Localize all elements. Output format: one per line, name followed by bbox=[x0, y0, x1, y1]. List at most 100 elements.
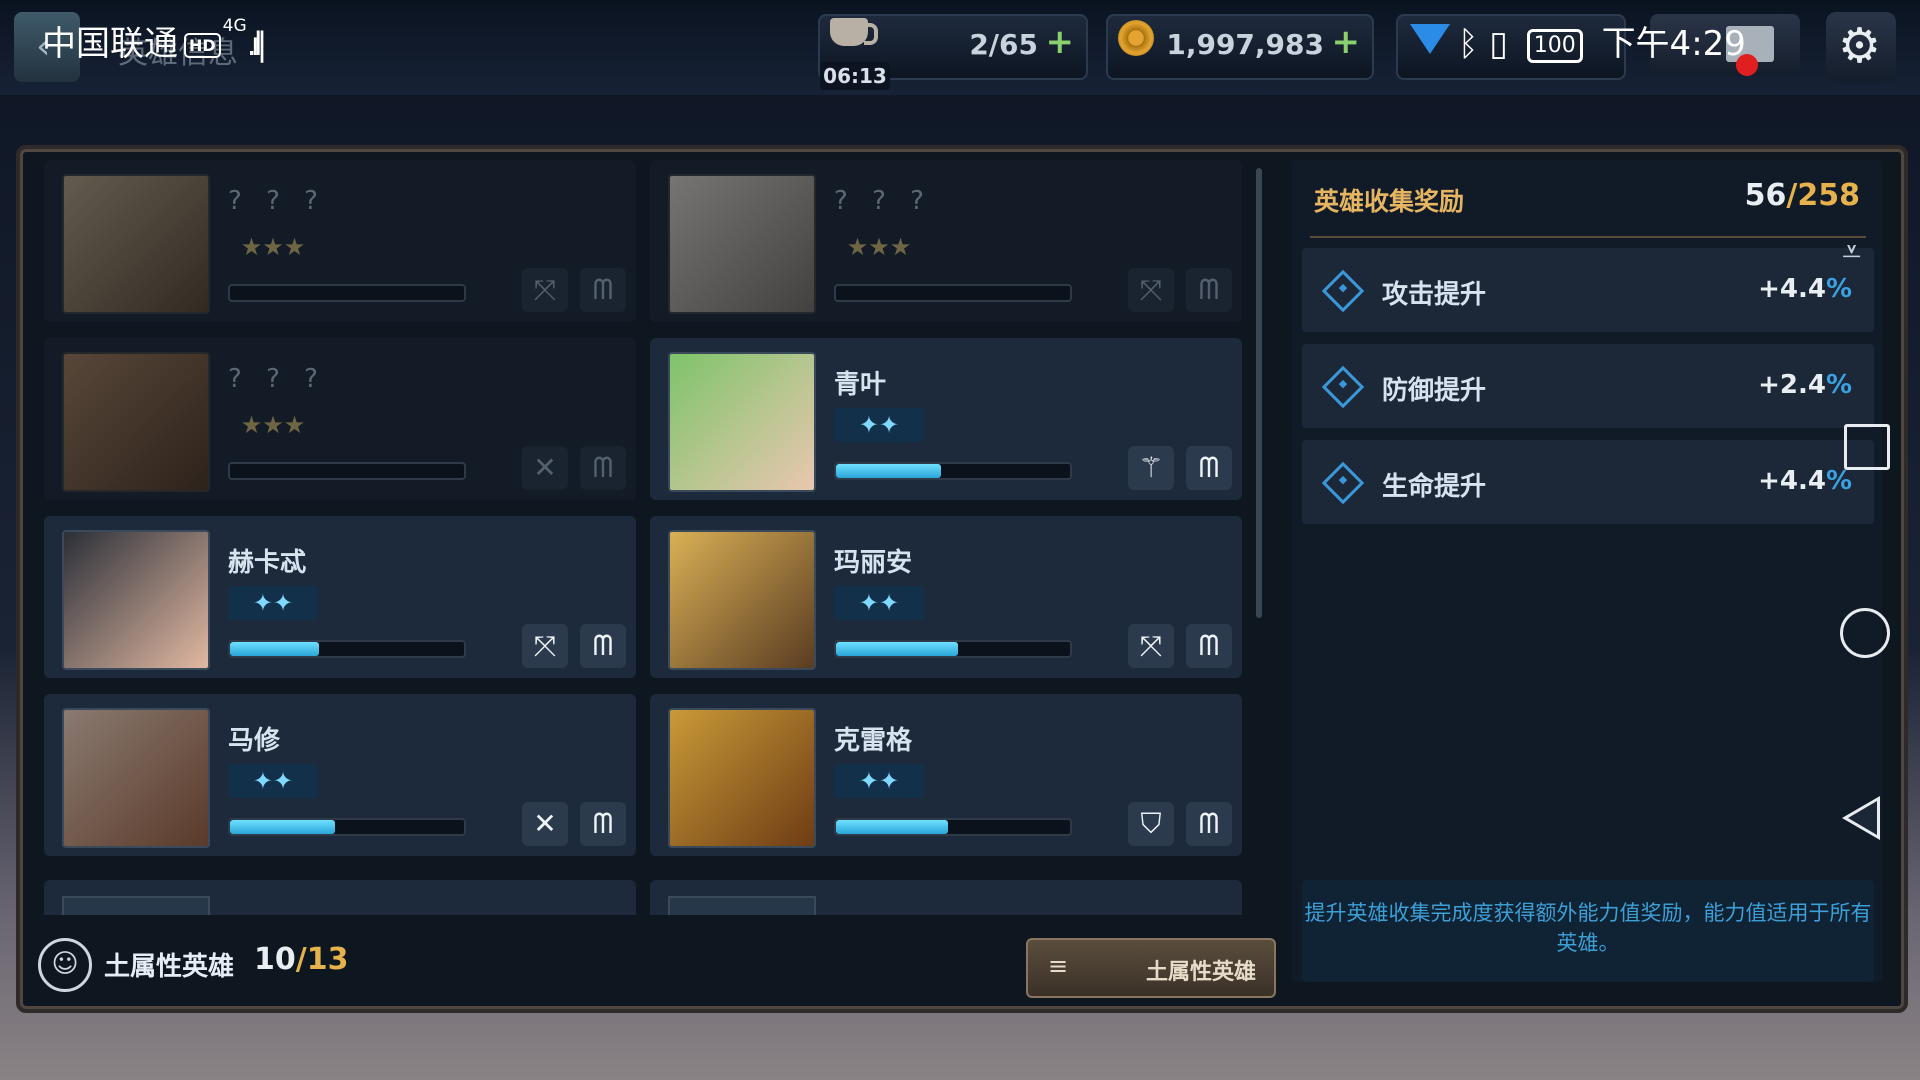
filter-label: 土属性英雄 bbox=[1145, 960, 1256, 985]
collapse-icon[interactable]: ⩡ bbox=[1842, 232, 1861, 272]
back-triangle-icon[interactable] bbox=[1842, 796, 1880, 840]
crossed-bow-icon: ⤧ bbox=[1128, 268, 1174, 312]
hero-portrait bbox=[62, 352, 210, 492]
shield-icon: ⛉ bbox=[1128, 802, 1174, 846]
divider bbox=[1310, 236, 1866, 238]
hero-stars: ✦✦ bbox=[228, 586, 318, 620]
crossed-bow-icon: ⤧ bbox=[1128, 624, 1174, 668]
hero-portrait bbox=[62, 708, 210, 848]
coffee-cup-icon bbox=[830, 18, 878, 46]
hero-name: ? ? ? bbox=[228, 364, 326, 394]
hero-portrait bbox=[668, 708, 816, 848]
diamond-icon bbox=[1321, 461, 1365, 505]
hero-name: ? ? ? bbox=[834, 186, 932, 216]
recent-apps-icon[interactable] bbox=[1844, 424, 1890, 470]
carrier-label: 中国联通 bbox=[42, 24, 178, 64]
hero-name: 赫卡忒 bbox=[228, 548, 307, 578]
earth-element-icon: ☺ bbox=[38, 938, 92, 992]
hero-card-partial[interactable] bbox=[44, 880, 636, 915]
gold-coin-icon bbox=[1118, 20, 1154, 56]
gear-icon: ⚙ bbox=[1838, 18, 1882, 74]
stamina-timer: 06:13 bbox=[820, 62, 890, 90]
element-label: 土属性英雄 bbox=[104, 952, 235, 982]
hero-list[interactable]: ? ? ? ★★★ ⤧ ᗰ ? ? ? ★★★ ⤧ ᗰ ? ? ? ★★★ ✕ … bbox=[40, 160, 1270, 915]
network-label: 4G bbox=[222, 16, 247, 36]
gold-value: 1,997,983 bbox=[1166, 28, 1324, 61]
stamina-value: 2/65 bbox=[969, 28, 1038, 61]
hero-progress-fill bbox=[836, 464, 942, 478]
crossed-swords-icon: ✕ bbox=[522, 802, 568, 846]
settings-button[interactable]: ⚙ bbox=[1826, 12, 1896, 82]
hero-card[interactable]: 克雷格 ✦✦ ⛉ ᗰ bbox=[650, 694, 1242, 856]
earth-mountain-icon: ᗰ bbox=[580, 624, 626, 668]
diamond-icon bbox=[1321, 365, 1365, 409]
hero-portrait bbox=[668, 352, 816, 492]
winged-staff-icon: ⚚ bbox=[1128, 446, 1174, 490]
hero-card[interactable]: 青叶 ✦✦ ⚚ ᗰ bbox=[650, 338, 1242, 500]
hero-progress-bar bbox=[834, 640, 1072, 658]
bonus-label: 生命提升 bbox=[1382, 472, 1487, 502]
hero-card[interactable]: 玛丽安 ✦✦ ⤧ ᗰ bbox=[650, 516, 1242, 678]
hero-progress-bar bbox=[834, 818, 1072, 836]
hero-progress-fill bbox=[230, 642, 319, 656]
crossed-bow-icon: ⤧ bbox=[522, 624, 568, 668]
gold-add-button[interactable]: + bbox=[1332, 22, 1361, 62]
hero-progress-bar bbox=[228, 462, 466, 480]
diamond-icon bbox=[1321, 269, 1365, 313]
bluetooth-icon: ᛒ bbox=[1458, 24, 1479, 64]
menu-icon: ≡ bbox=[1048, 952, 1069, 980]
earth-mountain-icon: ᗰ bbox=[580, 446, 626, 490]
hero-portrait bbox=[668, 174, 816, 314]
hero-name: 青叶 bbox=[834, 370, 887, 400]
hero-name: 克雷格 bbox=[834, 726, 913, 756]
hero-card-partial[interactable] bbox=[650, 880, 1242, 915]
status-bar-right: ᛒ ▯ 100 下午4:29 bbox=[1458, 16, 1746, 65]
hero-name: ? ? ? bbox=[228, 186, 326, 216]
collection-title: 英雄收集奖励 bbox=[1314, 187, 1465, 216]
hero-progress-fill bbox=[230, 820, 336, 834]
hero-progress-bar bbox=[834, 462, 1072, 480]
hero-stars: ✦✦ bbox=[834, 764, 924, 798]
earth-mountain-icon: ᗰ bbox=[1186, 624, 1232, 668]
crossed-swords-icon: ✕ bbox=[522, 446, 568, 490]
hero-name: 玛丽安 bbox=[834, 548, 913, 578]
hero-list-scrollbar[interactable] bbox=[1256, 168, 1262, 618]
hero-progress-fill bbox=[836, 642, 958, 656]
collection-count: 56/258 bbox=[1744, 178, 1860, 213]
crossed-bow-icon: ⤧ bbox=[522, 268, 568, 312]
blue-gem-icon bbox=[1410, 24, 1450, 54]
owned-count: 10 bbox=[254, 942, 296, 977]
hero-stars: ★★★ bbox=[240, 233, 306, 261]
home-icon[interactable] bbox=[1840, 608, 1890, 658]
hero-progress-bar bbox=[228, 818, 466, 836]
hero-card[interactable]: 赫卡忒 ✦✦ ⤧ ᗰ bbox=[44, 516, 636, 678]
element-filter-button[interactable]: ≡ 土属性英雄 bbox=[1026, 938, 1276, 998]
hero-card[interactable]: ? ? ? ★★★ ⤧ ᗰ bbox=[44, 160, 636, 322]
stamina-add-button[interactable]: + bbox=[1046, 22, 1075, 62]
hero-progress-fill bbox=[836, 820, 949, 834]
bonus-value: +4.4% bbox=[1758, 274, 1852, 304]
hero-progress-bar bbox=[834, 284, 1072, 302]
bonus-defense: 防御提升 +2.4% bbox=[1302, 344, 1874, 428]
bonus-value: +2.4% bbox=[1758, 370, 1852, 400]
hero-progress-bar bbox=[228, 284, 466, 302]
collection-reward-panel: 英雄收集奖励 56/258 攻击提升 +4.4% 防御提升 +2.4% 生命提升… bbox=[1292, 160, 1882, 982]
bonus-attack: 攻击提升 +4.4% bbox=[1302, 248, 1874, 332]
hero-card[interactable]: ? ? ? ★★★ ✕ ᗰ bbox=[44, 338, 636, 500]
bonus-value: +4.4% bbox=[1758, 466, 1852, 496]
hero-stars: ✦✦ bbox=[834, 586, 924, 620]
hero-card[interactable]: 马修 ✦✦ ✕ ᗰ bbox=[44, 694, 636, 856]
earth-mountain-icon: ᗰ bbox=[1186, 802, 1232, 846]
hero-card[interactable]: ? ? ? ★★★ ⤧ ᗰ bbox=[650, 160, 1242, 322]
hero-portrait bbox=[62, 530, 210, 670]
hero-portrait bbox=[668, 530, 816, 670]
earth-mountain-icon: ᗰ bbox=[1186, 446, 1232, 490]
hd-badge: HD bbox=[184, 33, 221, 58]
bonus-label: 攻击提升 bbox=[1382, 280, 1487, 310]
bonus-health: 生命提升 +4.4% bbox=[1302, 440, 1874, 524]
total-count: 13 bbox=[306, 942, 349, 977]
hero-stars: ✦✦ bbox=[228, 764, 318, 798]
earth-mountain-icon: ᗰ bbox=[580, 268, 626, 312]
status-bar-left: 中国联通 HD4G.ıl| bbox=[42, 16, 267, 65]
battery-indicator: 100 bbox=[1526, 28, 1583, 63]
